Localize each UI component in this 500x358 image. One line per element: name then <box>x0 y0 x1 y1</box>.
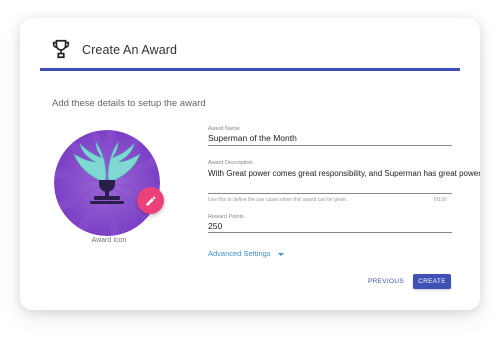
form-subtitle: Add these details to setup the award <box>52 98 206 109</box>
header-divider <box>40 68 460 71</box>
reward-points-label: Reward Points <box>208 214 244 220</box>
award-description-counter: 0/100 <box>434 197 447 203</box>
page-title: Create An Award <box>82 43 178 57</box>
winged-trophy-icon <box>54 130 160 236</box>
award-description-hint: Use this to define the use cases when th… <box>208 197 348 203</box>
award-icon-caption: Award Icon <box>91 237 127 244</box>
advanced-settings-label: Advanced Settings <box>208 249 271 258</box>
pencil-icon <box>146 195 156 205</box>
award-name-input[interactable]: Superman of the Month <box>208 133 297 143</box>
award-icon-image <box>54 130 160 236</box>
create-button[interactable]: CREATE <box>413 274 451 289</box>
reward-points-underline <box>208 232 452 233</box>
advanced-settings-toggle[interactable]: Advanced Settings <box>208 249 284 258</box>
dialog-header: Create An Award <box>20 18 480 70</box>
previous-button[interactable]: PREVIOUS <box>364 274 408 289</box>
reward-points-input[interactable]: 250 <box>208 221 222 231</box>
award-name-underline <box>208 145 452 146</box>
trophy-icon <box>52 39 70 59</box>
award-description-underline <box>208 193 452 194</box>
award-description-label: Award Description <box>208 160 253 166</box>
award-description-input[interactable]: With Great power comes great responsibil… <box>208 169 480 178</box>
caret-down-icon <box>277 252 284 256</box>
create-award-card: Create An Award Add these details to set… <box>20 18 480 310</box>
award-name-label: Award Name <box>208 126 240 132</box>
edit-award-icon-button[interactable] <box>137 187 164 214</box>
